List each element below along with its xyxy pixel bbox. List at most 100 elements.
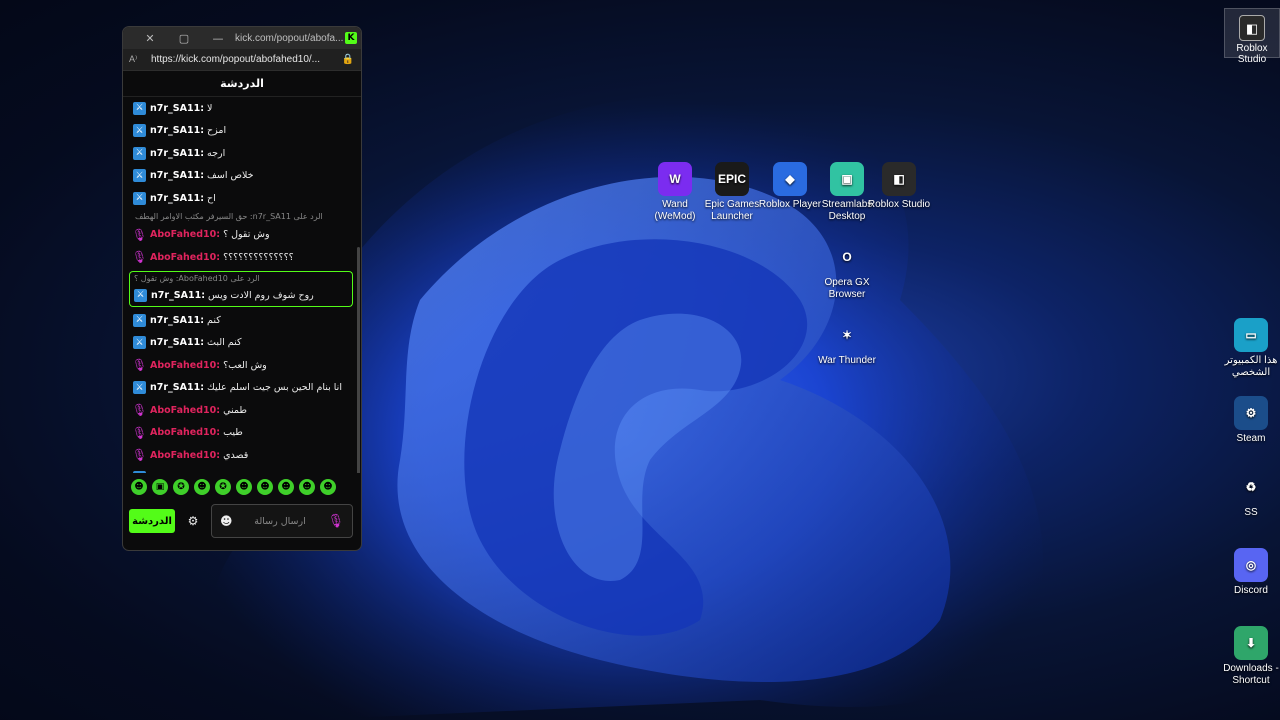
desktop-icon-opera-gx[interactable]: O Opera GX Browser xyxy=(815,240,879,301)
chat-message-text: امزح xyxy=(207,125,227,137)
desktop-icon-war-thunder[interactable]: ✶ War Thunder xyxy=(815,318,879,367)
desktop-icon-label: Epic Games Launcher xyxy=(704,199,760,222)
moderator-sword-icon: ⚔ xyxy=(133,191,146,205)
desktop-icon-discord[interactable]: ◎ Discord xyxy=(1219,548,1280,597)
chat-message[interactable]: 🎙 AboFahed10: طيب xyxy=(132,422,361,445)
lock-icon[interactable]: 🔒 xyxy=(341,54,355,65)
chat-message[interactable]: ⚔ n7r_SA11: خلاص اسف xyxy=(133,165,361,188)
chat-message[interactable]: 🎙 AboFahed10: وش العب؟ xyxy=(131,354,361,377)
chat-message-input[interactable]: ☻ ارسال رسالة 🎙 xyxy=(211,504,353,538)
chat-username[interactable]: AboFahed10: xyxy=(150,450,220,461)
emote-icon[interactable]: ☻ xyxy=(278,479,294,495)
desktop-icon-label: Wand (WeMod) xyxy=(654,199,696,222)
desktop-icon-steam[interactable]: ⚙ Steam xyxy=(1219,396,1280,445)
chat-message[interactable]: 🎙 AboFahed10: قصدي xyxy=(132,444,361,467)
taskbar-roblox-studio[interactable]: ◧ Roblox Studio xyxy=(1224,8,1280,65)
chat-username[interactable]: n7r_SA11: xyxy=(150,315,204,326)
chat-message-text: اح xyxy=(207,192,216,204)
desktop-icon-this-pc[interactable]: ▭ هذا الكمبيوتر الشخصي xyxy=(1219,318,1280,379)
chat-username[interactable]: AboFahed10: xyxy=(150,405,220,416)
chat-username[interactable]: n7r_SA11: xyxy=(150,148,204,159)
desktop-icon-ss-recycle[interactable]: ♻ SS xyxy=(1219,470,1280,519)
this-pc-icon: ▭ xyxy=(1234,318,1268,352)
desktop-icon-downloads-shortcut[interactable]: ⬇ Downloads - Shortcut xyxy=(1219,626,1280,687)
mic-icon[interactable]: 🎙 xyxy=(327,514,344,529)
emote-icon[interactable]: ☻ xyxy=(194,479,210,495)
chat-header: الدردشة xyxy=(123,71,361,97)
chat-message-text: وش تقول ؟ xyxy=(223,229,270,241)
read-aloud-icon[interactable]: A⁾ xyxy=(129,54,151,65)
chat-message-text: ؟؟؟؟؟؟؟؟؟؟؟؟؟؟ xyxy=(223,251,294,263)
streamlabs-desktop-icon: ▣ xyxy=(830,162,864,196)
desktop-icon-wand-wemod[interactable]: W Wand (WeMod) xyxy=(643,162,707,223)
chat-username[interactable]: AboFahed10: xyxy=(150,252,220,263)
moderator-sword-icon: ⚔ xyxy=(133,124,146,138)
desktop-icon-label: Downloads - Shortcut xyxy=(1223,663,1279,686)
chat-message-text: كنم البث xyxy=(207,337,242,349)
desktop-icon-label: Discord xyxy=(1234,585,1268,596)
chat-username[interactable]: AboFahed10: xyxy=(150,360,220,371)
chat-message[interactable]: ⚔ n7r_SA11: امزح xyxy=(133,120,361,143)
broadcaster-mic-icon: 🎙 xyxy=(131,250,148,265)
chat-message[interactable]: ⚔ n7r_SA11: روح شوف روم الادت ويس xyxy=(129,284,353,307)
chat-scrollbar[interactable] xyxy=(357,247,360,473)
chat-message[interactable]: ⚔ n7r_SA11: انا بنام الحين بس جيت اسلم علي… xyxy=(133,377,361,400)
restore-icon[interactable]: ▢ xyxy=(167,32,201,45)
emote-icon[interactable]: ▣ xyxy=(152,479,168,495)
roblox-studio-icon: ◧ xyxy=(882,162,916,196)
chat-username[interactable]: n7r_SA11: xyxy=(150,382,204,393)
chat-message[interactable]: ⚔ n7r_SA11: كنم xyxy=(133,309,361,332)
chat-message[interactable]: ⚔ n7r_SA11: ارجه xyxy=(133,142,361,165)
desktop-icon-epic-games-launcher[interactable]: EPIC Epic Games Launcher xyxy=(700,162,764,223)
chat-message[interactable]: 🎙 AboFahed10: وش تقول ؟ xyxy=(132,224,361,247)
kick-logo-icon: K xyxy=(345,32,357,44)
chat-username[interactable]: n7r_SA11: xyxy=(150,170,204,181)
chat-username[interactable]: n7r_SA11: xyxy=(150,472,204,473)
chat-message[interactable]: ⚔ n7r_SA11: اح xyxy=(133,187,361,210)
minimize-icon[interactable]: — xyxy=(201,32,235,45)
emote-icon[interactable]: ☻ xyxy=(257,479,273,495)
chat-message-text: طيب xyxy=(223,427,243,439)
chat-username[interactable]: n7r_SA11: xyxy=(150,125,204,136)
chat-username[interactable]: n7r_SA11: xyxy=(151,290,205,301)
broadcaster-mic-icon: 🎙 xyxy=(131,403,148,418)
chat-send-button[interactable]: الدردشة xyxy=(129,509,175,533)
gear-icon[interactable]: ⚙ xyxy=(181,514,205,528)
war-thunder-icon: ✶ xyxy=(841,328,853,342)
chat-username[interactable]: AboFahed10: xyxy=(150,427,220,438)
broadcaster-mic-icon: 🎙 xyxy=(131,358,148,373)
chat-message-text: وش العب؟ xyxy=(223,359,267,371)
chat-username[interactable]: n7r_SA11: xyxy=(150,337,204,348)
close-icon[interactable]: ✕ xyxy=(133,32,167,45)
desktop-icon-label: Roblox Player xyxy=(758,199,822,210)
emoji-picker-icon[interactable]: ☻ xyxy=(220,514,233,528)
address-bar[interactable]: A⁾ https://kick.com/popout/abofahed10/..… xyxy=(123,49,361,71)
chat-message[interactable]: 🎙 AboFahed10: ؟؟؟؟؟؟؟؟؟؟؟؟؟؟ xyxy=(131,246,361,269)
chat-message[interactable]: 🎙 AboFahed10: طمني xyxy=(131,399,361,422)
chat-message[interactable]: ⚔ n7r_SA11: كنم البث xyxy=(133,332,361,355)
chat-message[interactable]: ⚔ n7r_SA11:الله يستر عليك وابشر الجايات ب… xyxy=(133,467,361,473)
emote-icon[interactable]: ☻ xyxy=(299,479,315,495)
chat-messages[interactable]: ⚔ n7r_SA11: لا ⚔ n7r_SA11: امزح ⚔ n7r_SA11: ارجه… xyxy=(123,97,361,473)
chat-message-text: الله يستر عليك وابشر الجايات بجيك xyxy=(207,472,347,473)
window-titlebar[interactable]: ✕ ▢ — kick.com/popout/abofa... K xyxy=(123,27,361,49)
chat-username[interactable]: AboFahed10: xyxy=(150,229,220,240)
emote-icon[interactable]: ☻ xyxy=(236,479,252,495)
reply-context: الرد على AboFahed10: وش تقول ؟ xyxy=(129,270,353,285)
desktop-icon-label: Opera GX Browser xyxy=(824,277,870,300)
window-title: kick.com/popout/abofa... xyxy=(235,32,344,44)
chat-username[interactable]: n7r_SA11: xyxy=(150,193,204,204)
emote-icon[interactable]: ☻ xyxy=(131,479,147,495)
epic-games-launcher-icon: EPIC xyxy=(715,162,749,196)
desktop-icon-roblox-player[interactable]: ◆ Roblox Player xyxy=(758,162,822,211)
chat-message[interactable]: ⚔ n7r_SA11: لا xyxy=(133,97,361,120)
chat-message-text: قصدي xyxy=(223,449,249,461)
desktop-icon-roblox-studio[interactable]: ◧ Roblox Studio xyxy=(867,162,931,211)
emote-icon[interactable]: ✪ xyxy=(215,479,231,495)
url-text[interactable]: https://kick.com/popout/abofahed10/... xyxy=(151,54,341,65)
emote-icon[interactable]: ☻ xyxy=(320,479,336,495)
chat-message-text: كنم xyxy=(207,314,221,326)
chat-popout-window[interactable]: ✕ ▢ — kick.com/popout/abofa... K A⁾ http… xyxy=(122,26,362,551)
chat-username[interactable]: n7r_SA11: xyxy=(150,103,204,114)
emote-icon[interactable]: ✪ xyxy=(173,479,189,495)
